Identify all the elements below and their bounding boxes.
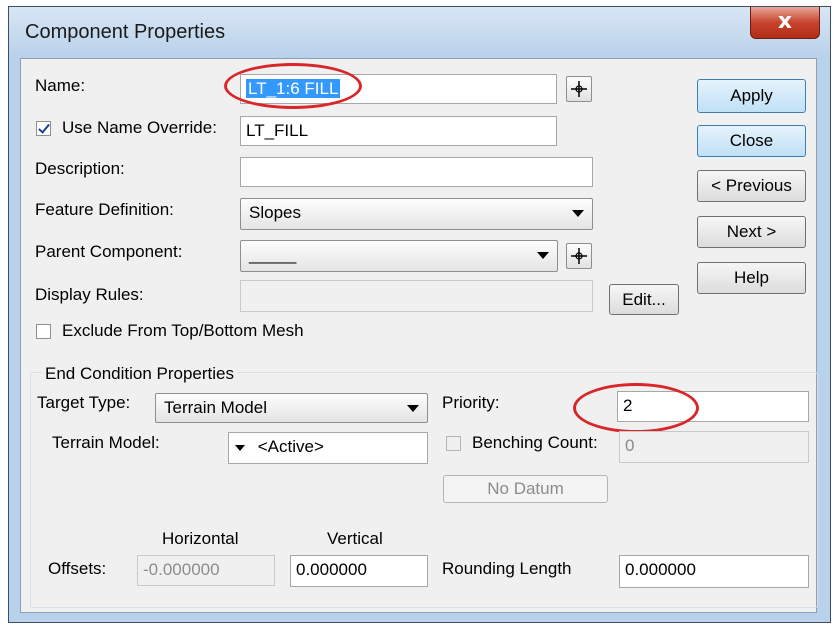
target-type-value: Terrain Model (164, 398, 267, 417)
target-pick-icon (571, 81, 587, 97)
dropdown-arrow-icon (235, 444, 245, 451)
name-override-input[interactable]: LT_FILL (240, 116, 557, 146)
previous-button[interactable]: < Previous (697, 170, 806, 202)
benching-count-input: 0 (619, 431, 809, 463)
horizontal-offset-input: -0.000000 (137, 555, 275, 586)
feature-definition-dropdown[interactable]: Slopes (240, 198, 593, 230)
close-window-button[interactable]: x (750, 7, 820, 39)
name-pick-button[interactable] (566, 76, 592, 102)
exclude-mesh-checkbox[interactable] (36, 324, 51, 339)
title-bar: Component Properties x (9, 7, 830, 57)
use-name-override-checkbox[interactable] (36, 121, 51, 136)
terrain-model-label: Terrain Model: (52, 433, 160, 452)
benching-count-label: Benching Count: (472, 433, 598, 452)
target-type-dropdown[interactable]: Terrain Model (155, 393, 428, 423)
target-pick-icon (571, 248, 587, 264)
edit-button[interactable]: Edit... (609, 284, 679, 315)
vertical-label: Vertical (327, 529, 383, 548)
help-button[interactable]: Help (697, 262, 806, 294)
next-button[interactable]: Next > (697, 216, 806, 248)
rounding-length-input[interactable]: 0.000000 (619, 555, 809, 588)
terrain-model-value: <Active> (257, 437, 324, 456)
parent-component-pick-button[interactable] (566, 243, 592, 269)
target-type-label: Target Type: (37, 393, 131, 412)
no-datum-button: No Datum (443, 475, 608, 503)
feature-definition-label: Feature Definition: (35, 200, 174, 219)
rounding-length-label: Rounding Length (442, 559, 572, 578)
display-rules-input (240, 280, 593, 312)
parent-component-label: Parent Component: (35, 242, 183, 261)
description-label: Description: (35, 159, 125, 178)
priority-annotation-circle (573, 383, 699, 433)
end-condition-group-title: End Condition Properties (42, 364, 238, 384)
dropdown-arrow-icon (537, 252, 549, 259)
description-input[interactable] (240, 157, 593, 187)
dropdown-arrow-icon (572, 210, 584, 217)
dropdown-arrow-icon (407, 405, 419, 412)
use-name-override-label: Use Name Override: (62, 118, 217, 137)
display-rules-label: Display Rules: (35, 285, 144, 304)
terrain-model-input[interactable]: <Active> (228, 432, 428, 464)
close-button[interactable]: Close (697, 125, 806, 157)
parent-component-value: _____ (249, 245, 297, 264)
offsets-label: Offsets: (48, 559, 107, 578)
feature-definition-value: Slopes (249, 203, 301, 222)
horizontal-label: Horizontal (162, 529, 239, 548)
close-icon: x (777, 9, 793, 34)
vertical-offset-input[interactable]: 0.000000 (290, 555, 428, 587)
name-label: Name: (35, 76, 86, 95)
apply-button[interactable]: Apply (697, 79, 806, 113)
exclude-mesh-label: Exclude From Top/Bottom Mesh (62, 321, 304, 340)
benching-count-checkbox[interactable] (446, 436, 461, 451)
name-annotation-circle (224, 63, 362, 109)
priority-label: Priority: (442, 393, 500, 412)
window-title: Component Properties (25, 21, 226, 43)
parent-component-dropdown[interactable]: _____ (240, 240, 558, 272)
